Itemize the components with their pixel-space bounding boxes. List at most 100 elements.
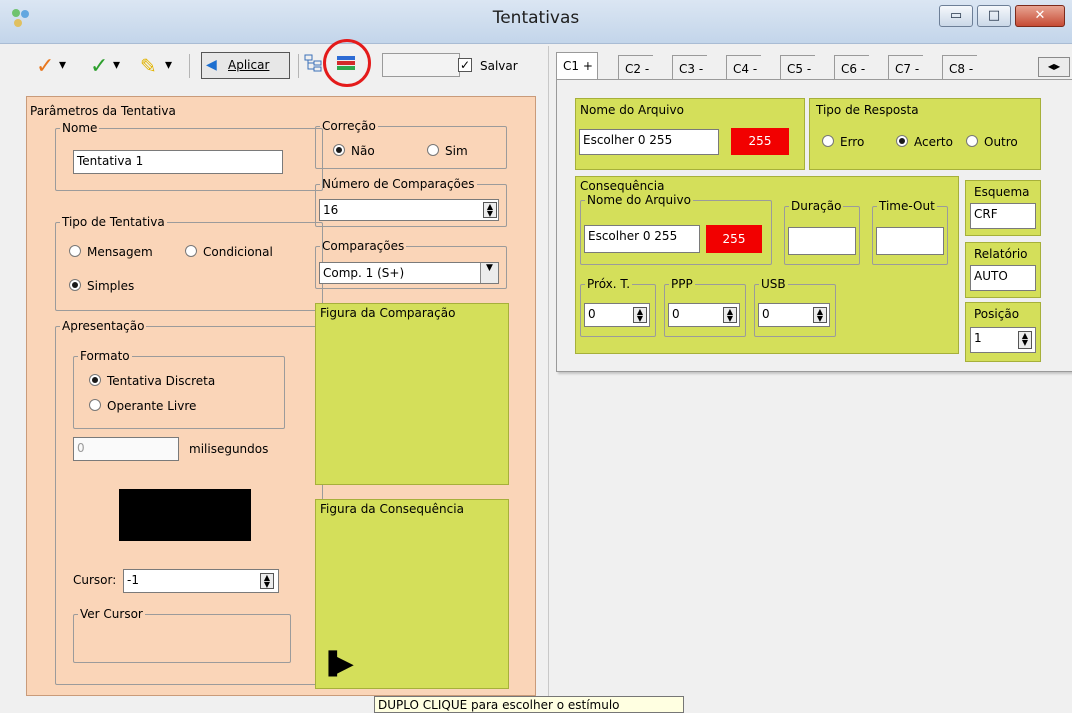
apply-button-label: Aplicar — [228, 58, 270, 72]
tooltip: DUPLO CLIQUE para escolher o estímulo — [374, 696, 684, 713]
name-legend: Nome — [62, 121, 98, 135]
pencil-icon[interactable]: ✎ — [140, 54, 157, 78]
apply-button[interactable]: ◀ Aplicar — [201, 52, 290, 79]
chevron-down-icon[interactable]: ▼ — [480, 263, 498, 283]
radio-nao[interactable]: Não — [333, 144, 375, 158]
format-group: Formato — [73, 349, 285, 429]
radio-sim[interactable]: Sim — [427, 144, 468, 158]
response-type-box: Tipo de Resposta Erro Acerto Outro — [809, 98, 1041, 170]
consequence-figure-legend: Figura da Consequência — [320, 502, 464, 516]
play-icon[interactable]: ▐▶ — [320, 652, 354, 677]
cursor-input[interactable]: -1 — [123, 569, 279, 593]
highlight-circle — [323, 39, 371, 87]
position-spinner[interactable]: ▲ ▼ — [1018, 331, 1032, 349]
ver-cursor-legend: Ver Cursor — [80, 607, 143, 621]
toolbar-divider — [189, 54, 190, 78]
file-name-input[interactable]: Escolher 0 255 — [579, 129, 719, 155]
consequence-box: Consequência Nome do Arquivo Escolher 0 … — [575, 176, 959, 354]
ver-cursor-group: Ver Cursor — [73, 607, 291, 663]
timeout-input[interactable] — [876, 227, 944, 255]
file-name-box: Nome do Arquivo Escolher 0 255 255 — [575, 98, 805, 170]
close-button[interactable]: ✕ — [1015, 5, 1065, 27]
cursor-spinner[interactable]: ▲ ▼ — [260, 573, 274, 589]
scheme-legend: Esquema — [974, 185, 1030, 199]
cons-color-swatch[interactable]: 255 — [706, 225, 762, 253]
save-checkbox[interactable]: ✓ — [458, 58, 472, 72]
radio-erro[interactable]: Erro — [822, 135, 864, 149]
chevron-down-icon[interactable]: ▾ — [113, 57, 120, 73]
tab-c8[interactable]: C8 - — [942, 55, 978, 79]
trial-type-group: Tipo de Tentativa — [55, 215, 323, 311]
report-input[interactable]: AUTO — [970, 265, 1036, 291]
position-legend: Posição — [974, 307, 1020, 321]
usb-spinner[interactable]: ▲ ▼ — [813, 307, 827, 323]
file-name-legend: Nome do Arquivo — [580, 103, 684, 117]
color-preview[interactable] — [119, 489, 251, 541]
radio-acerto[interactable]: Acerto — [896, 135, 953, 149]
back-arrow-icon: ◀ — [206, 57, 217, 73]
scroll-right-icon[interactable]: ▶ — [1054, 62, 1060, 71]
num-comparisons-legend: Número de Comparações — [322, 177, 475, 191]
correction-legend: Correção — [322, 119, 376, 133]
milliseconds-input[interactable]: 0 — [73, 437, 179, 461]
tab-content: Nome do Arquivo Escolher 0 255 255 Tipo … — [556, 79, 1072, 372]
comparison-figure-legend: Figura da Comparação — [320, 306, 456, 320]
trial-type-legend: Tipo de Tentativa — [62, 215, 165, 229]
ppp-spinner[interactable]: ▲ ▼ — [723, 307, 737, 323]
radio-tentativa-discreta[interactable]: Tentativa Discreta — [89, 374, 215, 388]
duration-legend: Duração — [791, 199, 842, 213]
trial-parameters-panel: Parâmetros da Tentativa Nome Tentativa 1… — [26, 96, 536, 696]
timeout-legend: Time-Out — [879, 199, 935, 213]
milliseconds-label: milisegundos — [189, 442, 269, 456]
tab-c6[interactable]: C6 - — [834, 55, 870, 79]
check-green-icon[interactable]: ✓ — [90, 54, 108, 79]
consequence-figure-box[interactable]: Figura da Consequência ▐▶ — [315, 499, 509, 689]
consequence-legend: Consequência — [580, 179, 665, 193]
comparison-figure-box[interactable]: Figura da Comparação — [315, 303, 509, 485]
minimize-button[interactable]: ▭ — [939, 5, 973, 27]
radio-condicional[interactable]: Condicional — [185, 245, 273, 259]
next-trial-legend: Próx. T. — [587, 277, 631, 291]
tab-c4[interactable]: C4 - — [726, 55, 762, 79]
radio-operante-livre[interactable]: Operante Livre — [89, 399, 196, 413]
tab-c1[interactable]: C1 + — [556, 52, 598, 79]
radio-simples[interactable]: Simples — [69, 279, 134, 293]
num-comparisons-input[interactable]: 16 — [319, 199, 499, 221]
cursor-label: Cursor: — [73, 573, 117, 587]
format-legend: Formato — [80, 349, 130, 363]
window-title: Tentativas — [492, 8, 580, 28]
tab-c7[interactable]: C7 - — [888, 55, 924, 79]
chevron-down-icon[interactable]: ▾ — [165, 57, 172, 73]
response-type-legend: Tipo de Resposta — [816, 103, 919, 117]
toolbar: ✓ ▾ ✓ ▾ ✎ ▾ ◀ Aplicar ✓ Salvar — [8, 39, 544, 91]
report-legend: Relatório — [974, 247, 1028, 261]
color-swatch[interactable]: 255 — [731, 128, 789, 155]
position-box: Posição 1 ▲ ▼ — [965, 302, 1041, 362]
tree-view-icon[interactable] — [304, 54, 322, 72]
cons-file-input[interactable]: Escolher 0 255 — [584, 225, 700, 253]
toolbar-blank-field — [382, 53, 460, 77]
check-orange-icon[interactable]: ✓ — [36, 54, 54, 79]
ppp-legend: PPP — [671, 277, 693, 291]
maximize-button[interactable]: □ — [977, 5, 1011, 27]
tab-c5[interactable]: C5 - — [780, 55, 816, 79]
pane-divider[interactable] — [548, 46, 549, 696]
save-checkbox-label: Salvar — [480, 59, 518, 73]
name-input[interactable]: Tentativa 1 — [73, 150, 283, 174]
chevron-down-icon[interactable]: ▾ — [59, 57, 66, 73]
tab-scroll[interactable]: ◀▶ — [1038, 57, 1070, 77]
cons-file-legend: Nome do Arquivo — [587, 193, 691, 207]
radio-mensagem[interactable]: Mensagem — [69, 245, 153, 259]
toolbar-divider — [298, 54, 299, 78]
scheme-input[interactable]: CRF — [970, 203, 1036, 229]
report-box: Relatório AUTO — [965, 242, 1041, 298]
panel-title: Parâmetros da Tentativa — [30, 104, 176, 118]
next-trial-spinner[interactable]: ▲ ▼ — [633, 307, 647, 323]
tab-c3[interactable]: C3 - — [672, 55, 708, 79]
num-comparisons-spinner[interactable]: ▲ ▼ — [483, 202, 497, 218]
comparisons-select[interactable]: Comp. 1 (S+) — [319, 262, 499, 284]
usb-legend: USB — [761, 277, 786, 291]
radio-outro[interactable]: Outro — [966, 135, 1018, 149]
tab-c2[interactable]: C2 - — [618, 55, 654, 79]
duration-input[interactable] — [788, 227, 856, 255]
